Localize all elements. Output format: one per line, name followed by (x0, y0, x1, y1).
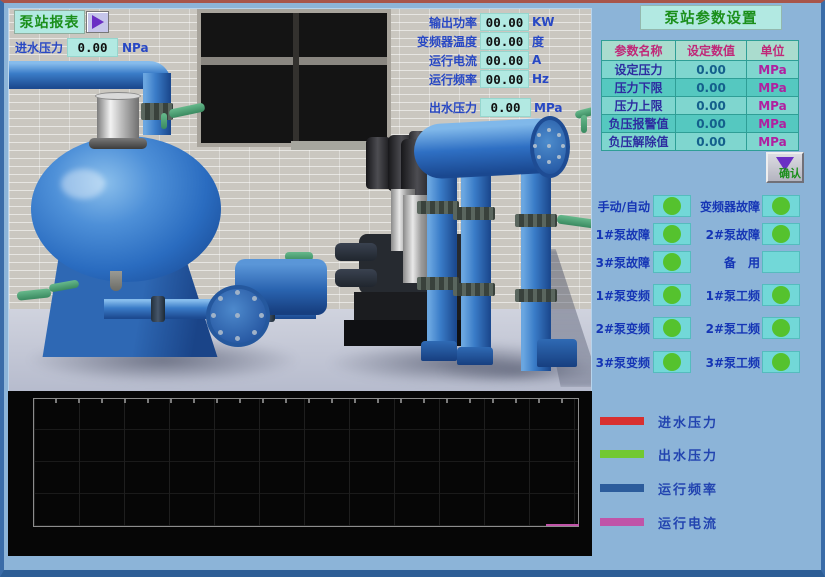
tank-chrome-stack (97, 95, 139, 143)
setpoint-value[interactable]: 0.00 (676, 61, 747, 79)
output-power-value: 00.00 (480, 13, 529, 31)
run-frequency-value: 00.00 (480, 70, 529, 88)
status-indicator-manual-auto (653, 195, 691, 217)
outlet-pressure-readout: 出水压力 0.00 MPa (393, 98, 568, 117)
status-indicator-vfd-fault (762, 195, 800, 217)
inlet-pressure-value: 0.00 (67, 38, 118, 57)
confirm-button[interactable]: 确认 (766, 152, 804, 183)
status-indicator-pump2-vfd (653, 317, 691, 339)
status-label-manual-auto: 手动/自动 (584, 195, 650, 217)
report-nav-button[interactable] (86, 11, 109, 33)
inlet-pressure-label: 进水压力 (15, 39, 63, 56)
legend-label-run-frequency: 运行频率 (658, 480, 718, 496)
parameter-panel: 泵站参数设置 参数名称 设定数值 单位 设定压力 0.00 MPa 压力下限 0… (592, 3, 821, 570)
table-row: 压力下限 0.00 MPa (602, 79, 799, 97)
table-row: 设定压力 0.00 MPa (602, 61, 799, 79)
inverter-temp-value: 00.00 (480, 32, 529, 50)
legend-label-outlet-pressure: 出水压力 (658, 446, 718, 462)
play-icon (92, 15, 104, 29)
run-frequency-readout: 运行频率 00.00 Hz (393, 70, 566, 88)
output-power-readout: 输出功率 00.00 KW (393, 13, 566, 31)
status-indicator-pump1-fault (653, 223, 691, 245)
legend-label-inlet-pressure: 进水压力 (658, 413, 718, 429)
status-label-pump3-mains: 3#泵工频 (692, 351, 760, 373)
status-label-pump3-fault: 3#泵故障 (584, 251, 650, 273)
status-label-pump3-vfd: 3#泵变频 (584, 351, 650, 373)
inlet-pressure-unit: NPa (122, 41, 149, 55)
status-indicator-pump1-mains (762, 284, 800, 306)
status-label-pump1-mains: 1#泵工频 (692, 284, 760, 306)
settings-title: 泵站参数设置 (640, 5, 782, 30)
run-current-trace (546, 524, 579, 526)
x-axis-ticks (34, 399, 578, 403)
status-indicator-pump1-vfd (653, 284, 691, 306)
status-label-pump2-vfd: 2#泵变频 (584, 317, 650, 339)
status-label-pump2-fault: 2#泵故障 (692, 223, 760, 245)
status-indicator-pump3-mains (762, 351, 800, 373)
outlet-pressure-value: 0.00 (480, 98, 531, 117)
status-label-spare: 备 用 (692, 251, 760, 273)
status-indicator-pump2-fault (762, 223, 800, 245)
trend-plot-area (33, 398, 579, 527)
legend-swatch-outlet-pressure (600, 450, 644, 458)
legend-swatch-inlet-pressure (600, 417, 644, 425)
col-header-unit: 单位 (747, 41, 799, 61)
col-header-name: 参数名称 (602, 41, 676, 61)
trend-chart (8, 391, 593, 556)
parameter-table: 参数名称 设定数值 单位 设定压力 0.00 MPa 压力下限 0.00 MPa… (601, 40, 799, 151)
pressure-tank (31, 136, 221, 282)
table-header-row: 参数名称 设定数值 单位 (602, 41, 799, 61)
pump-station-3d-view: 泵站报表 进水压力 0.00 NPa 输出功率 00.00 KW 变频器温度 0… (8, 8, 592, 392)
setpoint-value[interactable]: 0.00 (676, 97, 747, 115)
report-button[interactable]: 泵站报表 (14, 10, 85, 34)
table-row: 压力上限 0.00 MPa (602, 97, 799, 115)
status-indicator-pump2-mains (762, 317, 800, 339)
status-label-pump1-vfd: 1#泵变频 (584, 284, 650, 306)
col-header-value: 设定数值 (676, 41, 747, 61)
factory-window (197, 9, 391, 147)
legend-swatch-run-frequency (600, 484, 644, 492)
status-indicator-spare (762, 251, 800, 273)
run-current-readout: 运行电流 00.00 A (393, 51, 566, 69)
run-current-value: 00.00 (480, 51, 529, 69)
status-label-vfd-fault: 变频器故障 (692, 195, 760, 217)
hmi-window: 泵站报表 进水压力 0.00 NPa 输出功率 00.00 KW 变频器温度 0… (0, 0, 825, 577)
status-indicator-pump3-vfd (653, 351, 691, 373)
setpoint-value[interactable]: 0.00 (676, 133, 747, 151)
legend-label-run-current: 运行电流 (658, 514, 718, 530)
setpoint-value[interactable]: 0.00 (676, 115, 747, 133)
table-row: 负压报警值 0.00 MPa (602, 115, 799, 133)
status-label-pump1-fault: 1#泵故障 (584, 223, 650, 245)
table-row: 负压解除值 0.00 MPa (602, 133, 799, 151)
status-indicator-pump3-fault (653, 251, 691, 273)
inverter-temp-readout: 变频器温度 00.00 度 (393, 32, 566, 50)
riser-pipe (427, 154, 457, 359)
riser-pipe (461, 161, 491, 361)
legend-swatch-run-current (600, 518, 644, 526)
inlet-pressure-readout: 进水压力 0.00 NPa (15, 38, 149, 57)
status-label-pump2-mains: 2#泵工频 (692, 317, 760, 339)
setpoint-value[interactable]: 0.00 (676, 79, 747, 97)
